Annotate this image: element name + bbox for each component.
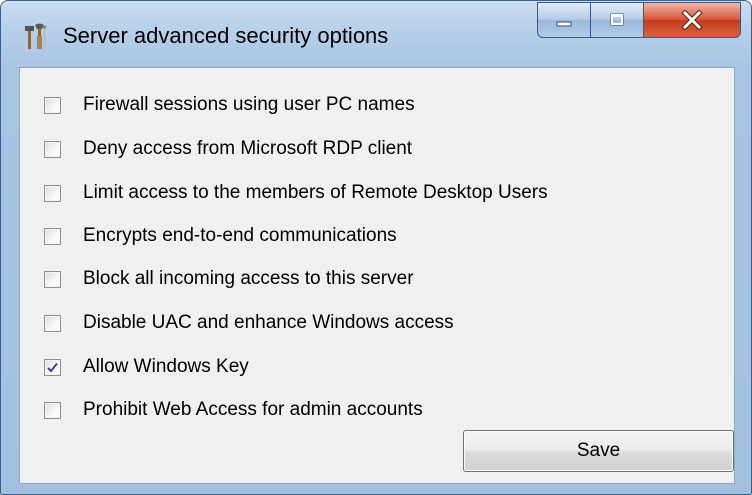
checkbox[interactable] [44,96,61,114]
checkbox[interactable] [44,314,61,332]
checkbox[interactable] [44,227,61,245]
checkbox[interactable] [44,184,61,202]
option-limit-remote-desktop-users[interactable]: Limit access to the members of Remote De… [44,179,548,207]
option-label: Allow Windows Key [83,356,249,377]
option-encrypt-communications[interactable]: Encrypts end-to-end communications [44,222,397,250]
option-prohibit-web-access[interactable]: Prohibit Web Access for admin accounts [44,396,423,424]
option-label: Prohibit Web Access for admin accounts [83,399,423,420]
checkbox[interactable] [44,140,61,158]
option-deny-rdp-client[interactable]: Deny access from Microsoft RDP client [44,135,412,163]
option-allow-windows-key[interactable]: Allow Windows Key [44,353,249,381]
option-label: Firewall sessions using user PC names [83,94,415,115]
option-label: Disable UAC and enhance Windows access [83,312,454,333]
minimize-icon [556,21,572,27]
tools-icon [25,23,47,49]
option-disable-uac[interactable]: Disable UAC and enhance Windows access [44,309,454,337]
maximize-icon [610,13,624,26]
option-label: Deny access from Microsoft RDP client [83,138,413,159]
option-label: Encrypts end-to-end communications [83,225,397,246]
close-icon [681,10,703,30]
option-block-incoming-access[interactable]: Block all incoming access to this server [44,265,414,293]
option-label: Limit access to the members of Remote De… [83,182,548,203]
checkmark-icon [47,362,58,372]
close-button[interactable] [643,2,741,38]
title-bar[interactable]: Server advanced security options [1,1,751,67]
maximize-button[interactable] [590,2,644,38]
option-label: Block all incoming access to this server [83,268,414,289]
dialog-content: Firewall sessions using user PC names De… [19,67,735,484]
option-firewall-sessions[interactable]: Firewall sessions using user PC names [44,91,415,119]
checkbox[interactable] [44,270,61,288]
save-button[interactable]: Save [463,430,734,472]
checkbox[interactable] [44,401,61,419]
dialog-window: Server advanced security options Firewal… [0,0,752,495]
window-title: Server advanced security options [63,23,389,48]
minimize-button[interactable] [537,2,591,38]
checkbox-checked[interactable] [44,358,61,376]
